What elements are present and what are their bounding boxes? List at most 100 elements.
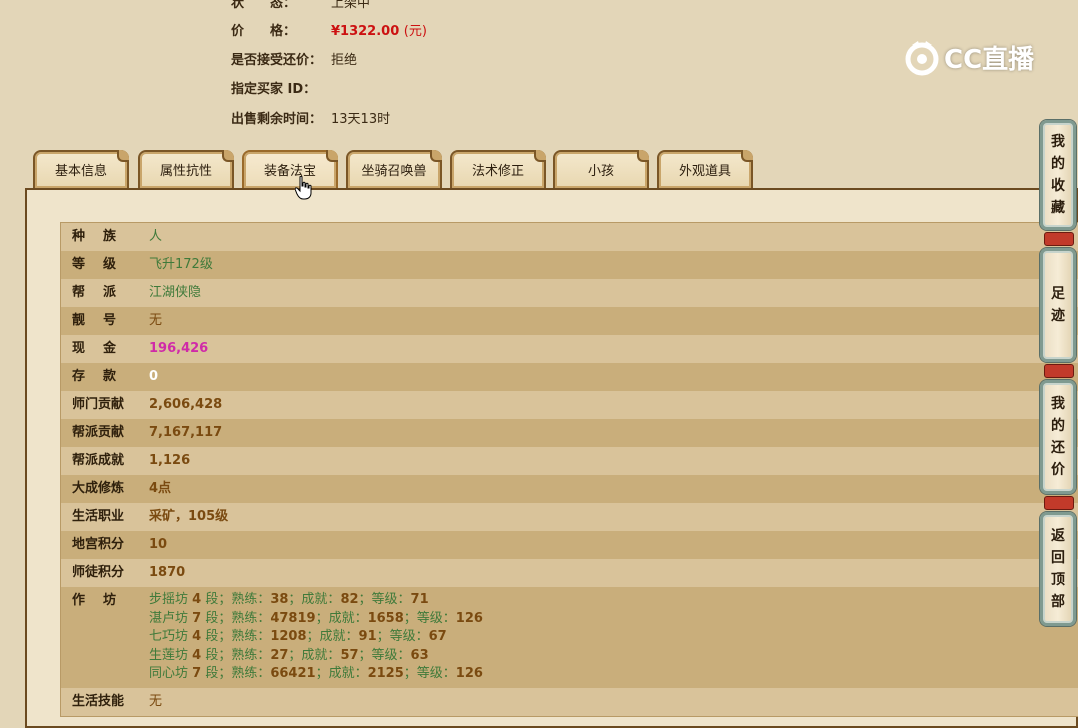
price-unit: (元) xyxy=(403,24,427,39)
workshop-number: 66421 xyxy=(270,666,316,681)
workshop-text: 七巧坊 xyxy=(149,629,193,644)
attr-key: 靓号 xyxy=(72,313,135,328)
table-row: 师徒积分 1870 xyxy=(61,559,1078,587)
workshop-number: 91 xyxy=(358,629,377,644)
workshop-text: 同心坊 xyxy=(149,666,193,681)
side-button-char: 迹 xyxy=(1051,308,1065,324)
content-panel: 种族 人 等级 飞升172级 帮派 江湖侠隐 靓号 无 现金 196,426 存… xyxy=(25,188,1078,728)
workshop-text: ；等级： xyxy=(403,610,456,626)
attr-key: 帮派贡献 xyxy=(72,425,125,440)
workshop-number: 7 xyxy=(192,610,202,626)
workshop-number: 82 xyxy=(340,592,359,607)
workshop-text: 湛卢坊 xyxy=(149,610,193,626)
side-connector xyxy=(1044,232,1074,246)
workshop-line: 步摇坊 4 段；熟练：38；成就：82；等级：71 xyxy=(149,591,483,610)
table-row: 存款 0 xyxy=(61,363,1078,391)
table-row: 师门贡献 2,606,428 xyxy=(61,391,1078,419)
workshop-text: ；成就： xyxy=(288,592,341,607)
attr-value: 采矿，105级 xyxy=(149,509,229,524)
tab-spell-correction[interactable]: 法术修正 xyxy=(450,150,546,188)
attr-value: 1,126 xyxy=(149,453,191,468)
side-button-char: 部 xyxy=(1051,594,1065,610)
attr-key: 存款 xyxy=(72,369,135,384)
attr-value: 人 xyxy=(149,229,163,244)
buyer-row: 指定买家 ID： xyxy=(231,80,331,100)
side-button-char: 我 xyxy=(1051,134,1065,150)
tab-equipment[interactable]: 装备法宝 xyxy=(242,150,338,188)
workshop-text: 段；熟练： xyxy=(201,647,271,663)
attr-key: 现金 xyxy=(72,341,135,356)
status-label: 状 态： xyxy=(231,0,297,11)
side-button-char: 我 xyxy=(1051,396,1065,412)
attr-value: 2,606,428 xyxy=(149,397,223,412)
attr-key: 生活技能 xyxy=(72,693,125,709)
remaining-value: 13天13时 xyxy=(331,112,391,127)
attr-key: 种族 xyxy=(72,229,135,244)
attr-key: 地宫积分 xyxy=(72,537,125,552)
side-button-char: 还 xyxy=(1051,440,1065,456)
my-favorites-button[interactable]: 我的收藏 xyxy=(1040,120,1076,230)
footprint-button[interactable]: 足迹 xyxy=(1040,248,1076,362)
workshop-line: 湛卢坊 7 段；熟练：47819；成就：1658；等级：126 xyxy=(149,610,483,629)
table-row: 种族 人 xyxy=(61,223,1078,251)
workshop-text: 段；熟练： xyxy=(201,666,271,681)
attr-key: 生活职业 xyxy=(72,509,125,524)
workshop-text: ；成就： xyxy=(306,629,359,644)
workshop-line: 生莲坊 4 段；熟练：27；成就：57；等级：63 xyxy=(149,647,483,666)
side-button-char: 足 xyxy=(1051,286,1065,302)
attr-value: 无 xyxy=(149,313,163,328)
tab-basic-info[interactable]: 基本信息 xyxy=(33,150,129,188)
side-button-char: 返 xyxy=(1051,528,1065,544)
table-row: 帮派成就 1,126 xyxy=(61,447,1078,475)
side-button-char: 藏 xyxy=(1051,200,1065,216)
status-value: 上架中 xyxy=(331,0,371,11)
workshop-number: 1208 xyxy=(270,629,307,644)
buyer-label: 指定买家 ID： xyxy=(231,82,317,97)
attr-key: 帮派 xyxy=(72,285,135,300)
workshop-number: 38 xyxy=(270,592,289,607)
workshop-number: 57 xyxy=(340,647,359,663)
workshop-text: ；等级： xyxy=(376,629,429,644)
side-connector xyxy=(1044,364,1074,378)
attr-value: 10 xyxy=(149,537,168,552)
attr-value: 1870 xyxy=(149,565,186,580)
watermark-text: CC直播 xyxy=(944,44,1035,75)
attr-value: 飞升172级 xyxy=(149,257,213,272)
tab-attributes[interactable]: 属性抗性 xyxy=(138,150,234,188)
tab-appearance-items[interactable]: 外观道具 xyxy=(657,150,753,188)
workshop-number: 2125 xyxy=(367,666,404,681)
workshop-line: 七巧坊 4 段；熟练：1208；成就：91；等级：67 xyxy=(149,628,483,647)
workshop-number: 63 xyxy=(410,647,429,663)
table-row: 作坊 步摇坊 4 段；熟练：38；成就：82；等级：71 湛卢坊 7 段；熟练：4… xyxy=(61,587,1078,688)
workshop-number: 27 xyxy=(270,647,289,663)
my-bargain-button[interactable]: 我的还价 xyxy=(1040,380,1076,494)
back-to-top-button[interactable]: 返回顶部 xyxy=(1040,512,1076,626)
table-row: 靓号 无 xyxy=(61,307,1078,335)
side-button-char: 顶 xyxy=(1051,572,1065,588)
tab-mounts-pets[interactable]: 坐骑召唤兽 xyxy=(346,150,442,188)
workshop-text: ；成就： xyxy=(315,610,368,626)
hand-cursor-icon xyxy=(295,176,312,200)
side-button-char: 的 xyxy=(1051,418,1065,434)
workshop-text: 步摇坊 xyxy=(149,592,193,607)
table-row: 帮派贡献 7,167,117 xyxy=(61,419,1078,447)
workshop-text: 段；熟练： xyxy=(201,592,271,607)
workshop-number: 67 xyxy=(428,629,447,644)
side-button-label: 我的还价 xyxy=(1051,393,1065,481)
bargain-label: 是否接受还价： xyxy=(231,53,323,68)
table-row: 等级 飞升172级 xyxy=(61,251,1078,279)
side-button-label: 足迹 xyxy=(1051,283,1065,327)
price-row: 价 格： ¥1322.00 (元) xyxy=(231,22,427,42)
table-row: 地宫积分 10 xyxy=(61,531,1078,559)
status-row: 状 态： 上架中 xyxy=(231,0,370,14)
workshop-text: 段；熟练： xyxy=(201,610,271,626)
price-label: 价 格： xyxy=(231,24,297,39)
table-row: 帮派 江湖侠隐 xyxy=(61,279,1078,307)
remaining-row: 出售剩余时间： 13天13时 xyxy=(231,110,390,130)
table-row: 生活技能 无 xyxy=(61,687,1078,716)
tab-children[interactable]: 小孩 xyxy=(553,150,649,188)
side-button-char: 回 xyxy=(1051,550,1065,566)
side-button-label: 我的收藏 xyxy=(1051,131,1065,219)
attr-key: 作坊 xyxy=(72,593,135,608)
workshop-line: 同心坊 7 段；熟练：66421；成就：2125；等级：126 xyxy=(149,665,483,684)
